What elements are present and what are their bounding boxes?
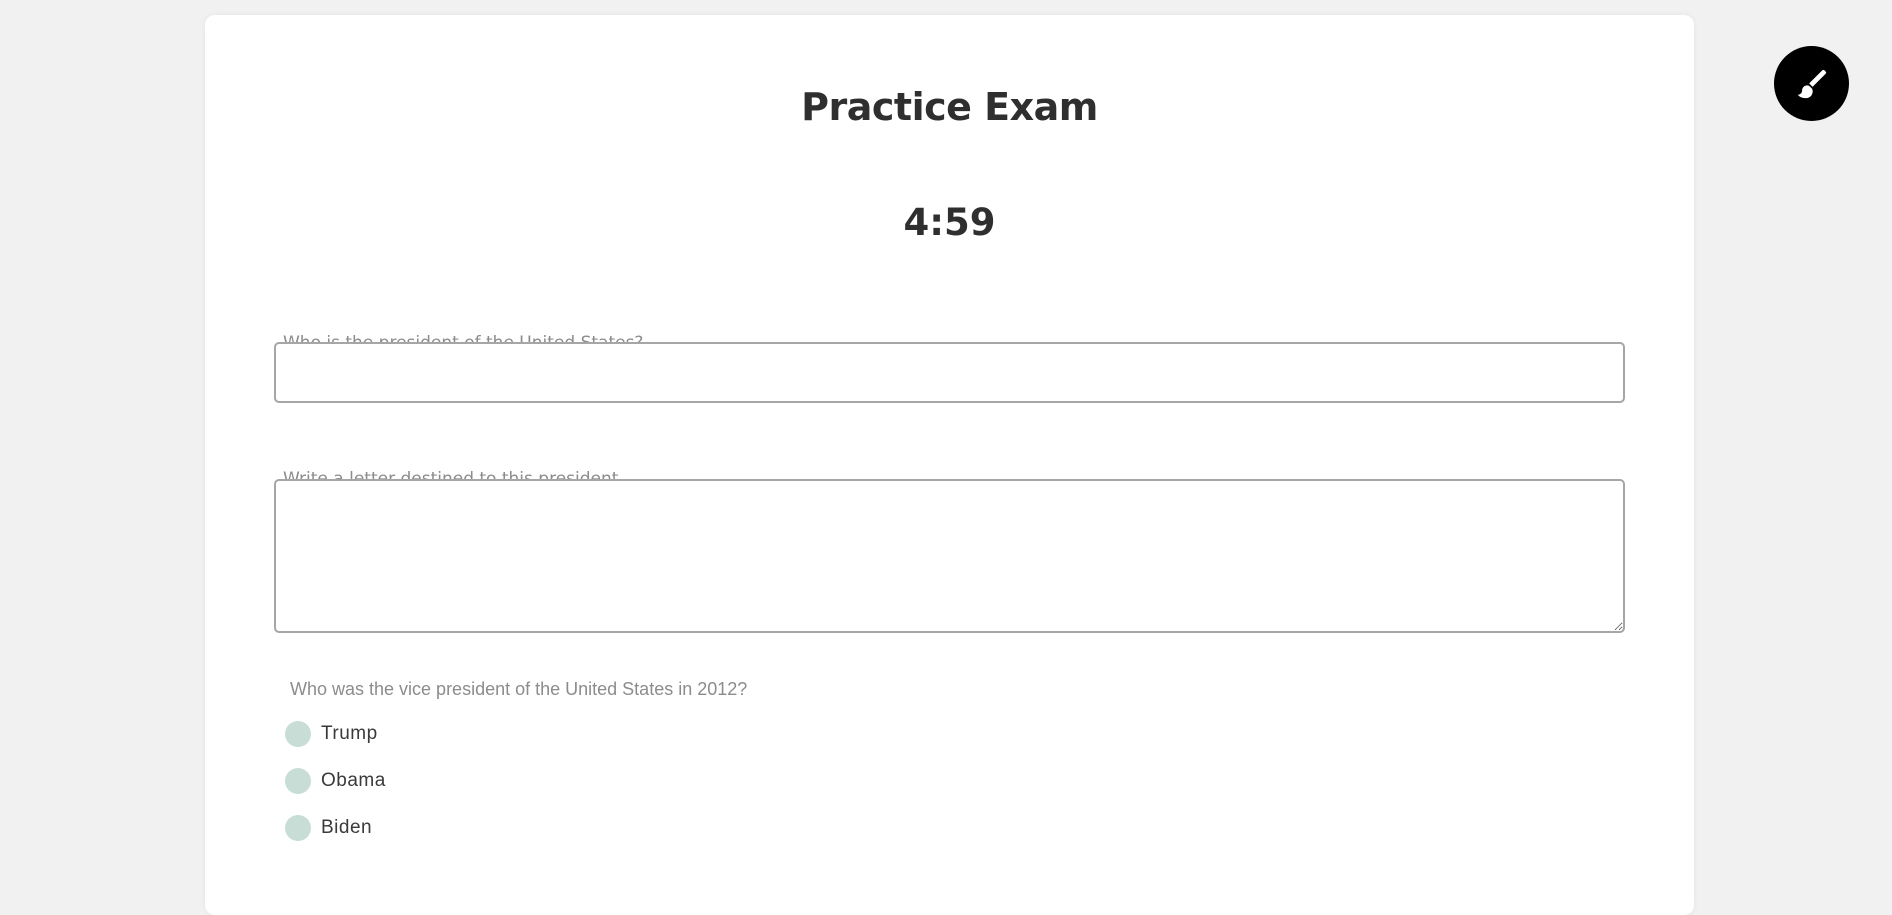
question-2-textarea[interactable]: [274, 479, 1625, 633]
page-title: Practice Exam: [801, 85, 1098, 129]
radio-button[interactable]: [285, 815, 311, 841]
option-trump[interactable]: Trump: [285, 721, 378, 747]
theme-toggle-button[interactable]: [1774, 46, 1849, 121]
option-biden[interactable]: Biden: [285, 815, 372, 841]
question-3-label: Who was the vice president of the United…: [290, 679, 748, 699]
paintbrush-icon: [1797, 69, 1826, 98]
radio-button[interactable]: [285, 768, 311, 794]
option-label: Biden: [321, 817, 373, 838]
countdown-timer: 4:59: [903, 201, 996, 244]
option-label: Trump: [321, 723, 378, 744]
option-obama[interactable]: Obama: [285, 768, 386, 794]
radio-button[interactable]: [285, 721, 311, 747]
option-label: Obama: [321, 770, 386, 791]
exam-card: Practice Exam 4:59 Who is the president …: [205, 15, 1694, 915]
question-1-input[interactable]: [274, 342, 1625, 403]
